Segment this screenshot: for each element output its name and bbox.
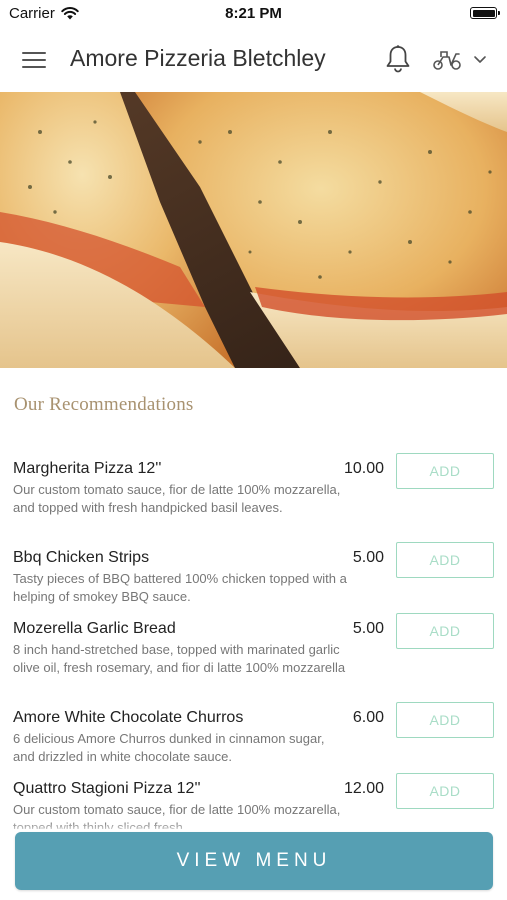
item-name: Bbq Chicken Strips — [13, 549, 150, 566]
chevron-down-icon[interactable] — [472, 52, 488, 66]
restaurant-title: Amore Pizzeria Bletchley — [70, 45, 326, 71]
item-description: 8 inch hand-stretched base, topped with … — [13, 642, 346, 675]
add-button[interactable]: ADD — [396, 542, 494, 578]
app-header: Amore Pizzeria Bletchley — [0, 28, 507, 92]
item-description: Our custom tomato sauce, fior de latte 1… — [13, 482, 341, 515]
add-button[interactable]: ADD — [396, 702, 494, 738]
item-price: 6.00 — [352, 709, 384, 726]
item-price: 5.00 — [352, 549, 384, 566]
hero-image — [0, 92, 507, 368]
item-description: 6 delicious Amore Churros dunked in cinn… — [13, 731, 325, 764]
bell-icon[interactable] — [384, 44, 412, 74]
view-menu-button[interactable]: VIEW MENU — [15, 832, 493, 890]
status-bar: Carrier 8:21 PM — [0, 0, 507, 28]
scooter-icon[interactable] — [432, 46, 462, 72]
status-time: 8:21 PM — [225, 5, 282, 22]
recommendation-list[interactable]: Margherita Pizza 12'' Our custom tomato … — [0, 447, 507, 829]
item-name: Quattro Stagioni Pizza 12'' — [13, 780, 201, 797]
add-button[interactable]: ADD — [396, 613, 494, 649]
item-price: 12.00 — [343, 780, 384, 797]
item-price: 10.00 — [343, 460, 384, 477]
item-name: Amore White Chocolate Churros — [13, 709, 244, 726]
item-price: 5.00 — [352, 620, 384, 637]
item-description: Tasty pieces of BBQ battered 100% chicke… — [13, 571, 347, 604]
item-name: Mozerella Garlic Bread — [13, 620, 176, 637]
add-button[interactable]: ADD — [396, 453, 494, 489]
section-title: Our Recommendations — [14, 394, 194, 415]
add-button[interactable]: ADD — [396, 773, 494, 809]
menu-icon[interactable] — [22, 50, 48, 70]
item-name: Margherita Pizza 12'' — [13, 460, 162, 477]
battery-icon — [470, 7, 500, 19]
